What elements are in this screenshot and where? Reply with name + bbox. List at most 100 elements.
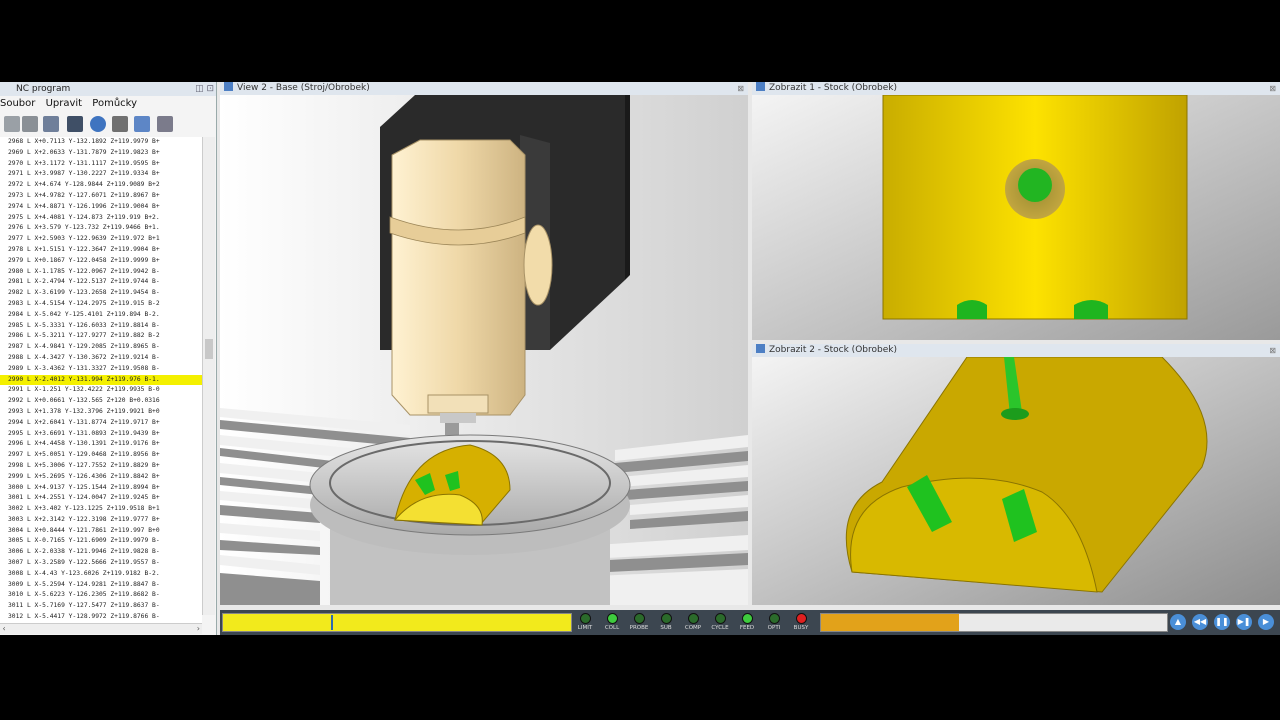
close-icon[interactable]: ⊠ [737,82,744,95]
stock-view-2-canvas[interactable] [752,357,1280,605]
led-label: COLL [604,625,620,631]
nc-line[interactable]: 2971 L X+3.9987 Y-130.2227 Z+119.9334 B+ [0,169,202,180]
stock-view-2[interactable]: Zobrazit 2 - Stock (Obrobek) ⊠ [752,344,1280,605]
scroll-thumb[interactable] [205,339,213,359]
nc-horizontal-scrollbar[interactable]: ‹ › [0,623,202,634]
nc-line[interactable]: 2976 L X+3.579 Y-123.732 Z+119.9466 B+1. [0,223,202,234]
led-label: PROBE [629,625,649,631]
nc-line[interactable]: 2987 L X-4.9841 Y-129.2085 Z+119.8965 B- [0,342,202,353]
nc-line[interactable]: 3005 L X-0.7165 Y-121.6909 Z+119.9979 B- [0,536,202,547]
menu-soubor[interactable]: Soubor [0,98,35,109]
stock-view-1-title: Zobrazit 1 - Stock (Obrobek) [769,83,897,93]
status-led-comp: COMP [680,613,706,635]
led-indicator-icon [795,613,807,624]
undo-icon[interactable] [90,116,106,132]
open-icon[interactable] [4,116,20,132]
nc-line[interactable]: 2972 L X+4.674 Y-128.9844 Z+119.9089 B+2 [0,180,202,191]
binoculars-icon[interactable] [67,116,83,132]
nc-line[interactable]: 3001 L X+4.2551 Y-124.0047 Z+119.9245 B+ [0,493,202,504]
nc-line[interactable]: 2975 L X+4.4081 Y-124.873 Z+119.919 B+2. [0,213,202,224]
nc-line[interactable]: 2989 L X-3.4362 Y-131.3327 Z+119.9508 B- [0,364,202,375]
progress-marker[interactable] [330,615,333,630]
nc-line[interactable]: 2973 L X+4.9782 Y-127.6071 Z+119.8967 B+ [0,191,202,202]
main-view-title: View 2 - Base (Stroj/Obrobek) [237,83,370,93]
nc-line[interactable]: 2980 L X-1.1785 Y-122.0967 Z+119.9942 B- [0,267,202,278]
nc-line[interactable]: 2983 L X-4.5154 Y-124.2975 Z+119.915 B-2 [0,299,202,310]
nc-line[interactable]: 3011 L X-5.7169 Y-127.5477 Z+119.8637 B- [0,601,202,612]
menu-pomucky[interactable]: Pomůcky [92,98,137,109]
columns-icon[interactable] [134,116,150,132]
play-icon[interactable]: ▶ [1258,614,1274,630]
close-icon[interactable]: ⊠ [1269,344,1276,357]
nc-line[interactable]: 3007 L X-3.2589 Y-122.5666 Z+119.9557 B- [0,558,202,569]
nc-code-list[interactable]: 2968 L X+0.7113 Y-132.1892 Z+119.9979 B+… [0,137,202,623]
nc-line-current[interactable]: 2990 L X-2.4012 Y-131.994 Z+119.976 B-1. [0,374,202,386]
nc-line[interactable]: 2969 L X+2.0633 Y-131.7879 Z+119.9823 B+ [0,148,202,159]
main-view[interactable]: View 2 - Base (Stroj/Obrobek) ⊠ [220,82,748,605]
stock-view-2-titlebar: Zobrazit 2 - Stock (Obrobek) ⊠ [752,344,1280,357]
nc-line[interactable]: 2984 L X-5.042 Y-125.4101 Z+119.894 B-2. [0,310,202,321]
nc-line[interactable]: 3010 L X-5.6223 Y-126.2305 Z+119.8682 B- [0,590,202,601]
nc-line[interactable]: 2991 L X-1.251 Y-132.4222 Z+119.9935 B-0 [0,385,202,396]
nc-line[interactable]: 3002 L X+3.402 Y-123.1225 Z+119.9518 B+1 [0,504,202,515]
program-progress-track[interactable] [222,613,572,632]
edit-icon[interactable] [43,116,59,132]
nc-line[interactable]: 2977 L X+2.5903 Y-122.9639 Z+119.972 B+1 [0,234,202,245]
save-icon[interactable] [22,116,38,132]
status-led-probe: PROBE [626,613,652,635]
pause-icon[interactable]: ❚❚ [1214,614,1230,630]
nc-line[interactable]: 3008 L X-4.43 Y-123.6026 Z+119.9182 B-2. [0,569,202,580]
nc-line[interactable]: 2968 L X+0.7113 Y-132.1892 Z+119.9979 B+ [0,137,202,148]
nc-vertical-scrollbar[interactable] [202,137,215,615]
nc-line[interactable]: 2986 L X-5.3211 Y-127.9277 Z+119.882 B-2 [0,331,202,342]
speed-fill [821,614,960,631]
nc-line[interactable]: 3009 L X-5.2594 Y-124.9281 Z+119.8847 B- [0,580,202,591]
nc-line[interactable]: 2982 L X-3.6199 Y-123.2658 Z+119.9454 B- [0,288,202,299]
view-icon [756,344,765,353]
nc-line[interactable]: 2998 L X+5.3006 Y-127.7552 Z+119.8829 B+ [0,461,202,472]
led-label: FEED [739,625,755,631]
nc-line[interactable]: 2997 L X+5.0051 Y-129.0468 Z+119.8956 B+ [0,450,202,461]
nc-line[interactable]: 2994 L X+2.6041 Y-131.8774 Z+119.9717 B+ [0,418,202,429]
speed-slider[interactable] [820,613,1168,632]
nc-line[interactable]: 2996 L X+4.4458 Y-130.1391 Z+119.9176 B+ [0,439,202,450]
print-icon[interactable] [112,116,128,132]
nc-panel-title: NC program [16,84,71,94]
rewind-icon[interactable]: ◀◀ [1192,614,1208,630]
nc-line[interactable]: 2979 L X+0.1867 Y-122.0458 Z+119.9999 B+ [0,256,202,267]
eject-icon[interactable]: ▲ [1170,614,1186,630]
nc-line[interactable]: 3012 L X-5.4417 Y-128.9972 Z+119.8766 B- [0,612,202,623]
nc-line[interactable]: 3003 L X+2.3142 Y-122.3198 Z+119.9777 B+ [0,515,202,526]
machine-scene [220,95,748,605]
nc-line[interactable]: 3000 L X+4.9137 Y-125.1544 Z+119.8994 B+ [0,483,202,494]
main-view-titlebar: View 2 - Base (Stroj/Obrobek) ⊠ [220,82,748,95]
menu-upravit[interactable]: Upravit [46,98,83,109]
nc-line[interactable]: 2988 L X-4.3427 Y-130.3672 Z+119.9214 B- [0,353,202,364]
led-indicator-icon [714,613,726,624]
nc-line[interactable]: 2995 L X+3.6691 Y-131.0893 Z+119.9439 B+ [0,429,202,440]
nc-line[interactable]: 2992 L X+0.0661 Y-132.565 Z+120 B+0.0316 [0,396,202,407]
led-indicator-icon [606,613,618,624]
nc-line[interactable]: 3006 L X-2.0338 Y-121.9946 Z+119.9828 B- [0,547,202,558]
step-forward-icon[interactable]: ▶❚ [1236,614,1252,630]
led-label: CYCLE [711,625,729,631]
nc-line[interactable]: 2970 L X+3.1172 Y-131.1117 Z+119.9595 B+ [0,159,202,170]
nc-line[interactable]: 2985 L X-5.3331 Y-126.6033 Z+119.8814 B- [0,321,202,332]
nc-line[interactable]: 3004 L X+0.8444 Y-121.7861 Z+119.997 B+0 [0,526,202,537]
window-icon[interactable] [157,116,173,132]
stock-view-2-title: Zobrazit 2 - Stock (Obrobek) [769,345,897,355]
nc-line[interactable]: 2978 L X+1.5151 Y-122.3647 Z+119.9904 B+ [0,245,202,256]
view-icon [756,82,765,91]
nc-line[interactable]: 2999 L X+5.2695 Y-126.4306 Z+119.8842 B+ [0,472,202,483]
panel-buttons-icon[interactable]: ◫ ⊡ [195,82,214,96]
stock-view-1-canvas[interactable] [752,95,1280,340]
main-view-canvas[interactable] [220,95,748,605]
stock-view-1[interactable]: Zobrazit 1 - Stock (Obrobek) ⊠ [752,82,1280,340]
nc-line[interactable]: 2993 L X+1.378 Y-132.3796 Z+119.9921 B+0 [0,407,202,418]
led-label: SUB [660,625,672,631]
nc-line[interactable]: 2974 L X+4.8871 Y-126.1996 Z+119.9004 B+ [0,202,202,213]
view-icon [224,82,233,91]
nc-line[interactable]: 2981 L X-2.4794 Y-122.5137 Z+119.9744 B- [0,277,202,288]
app-window: NC program ◫ ⊡ Soubor Upravit Pomůcky 29… [0,82,1280,635]
close-icon[interactable]: ⊠ [1269,82,1276,95]
